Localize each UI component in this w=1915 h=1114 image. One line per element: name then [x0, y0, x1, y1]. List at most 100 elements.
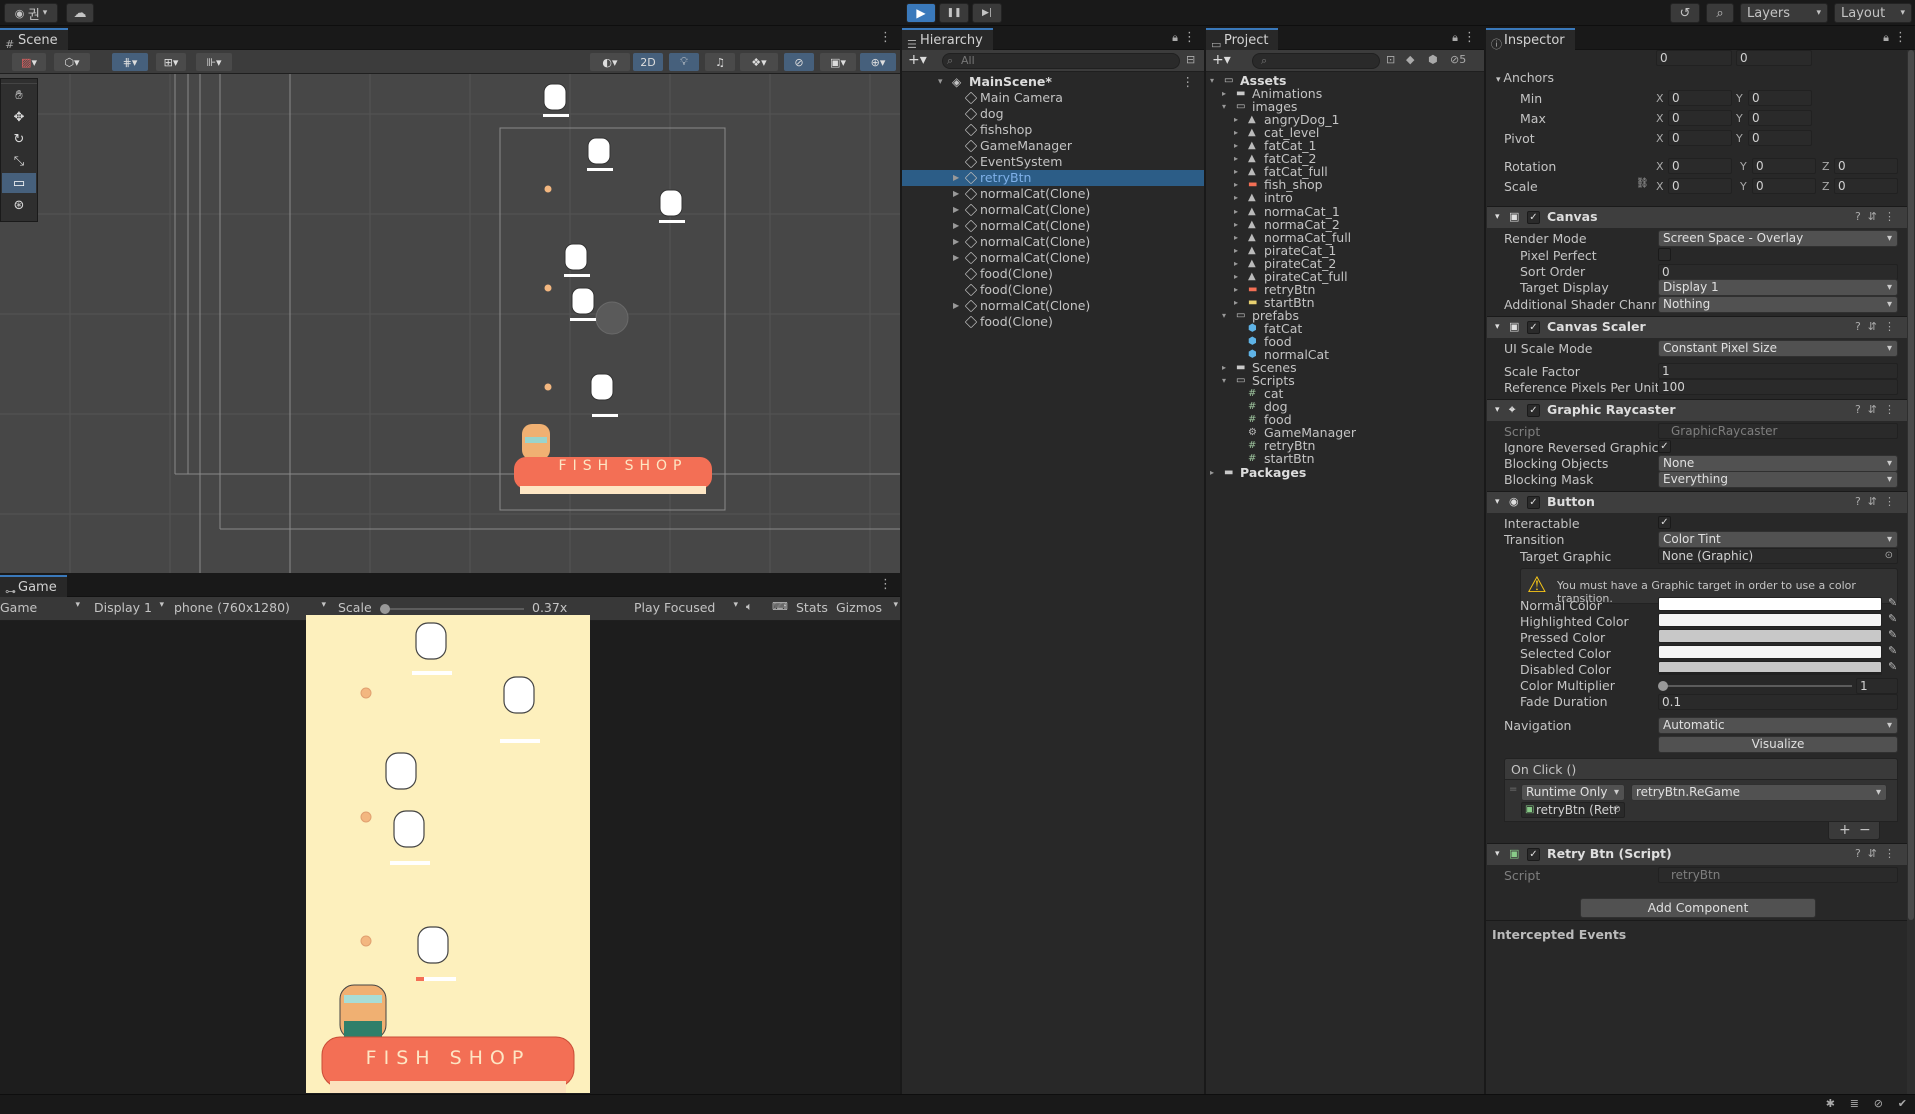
sort-order-field[interactable]: 0: [1658, 264, 1898, 280]
project-tree-row[interactable]: ▸ ▲ normaCat_1: [1206, 205, 1484, 218]
add-event-button[interactable]: +: [1839, 822, 1851, 838]
hierarchy-search[interactable]: ⌕ All: [942, 53, 1180, 69]
tab-hierarchy[interactable]: ☰ Hierarchy: [902, 28, 993, 51]
project-tree-row[interactable]: ▸ ▲ cat_level: [1206, 126, 1484, 139]
drag-handle-icon[interactable]: =: [1509, 784, 1517, 795]
color-multiplier-slider[interactable]: [1658, 681, 1852, 691]
project-tree-row[interactable]: ⬢ normalCat: [1206, 348, 1484, 361]
palette-handle[interactable]: [1, 79, 37, 84]
event-target-field[interactable]: ▣ retryBtn (Retr ⊙: [1521, 802, 1625, 818]
add-button[interactable]: +▾: [908, 52, 927, 68]
eyedropper-icon[interactable]: ✎: [1888, 612, 1897, 625]
shading-dropdown[interactable]: ◐ ▾: [590, 53, 630, 71]
expand-arrow-icon[interactable]: ▸: [1222, 361, 1226, 374]
gizmos-dropdown[interactable]: Gizmos ▾: [836, 600, 898, 615]
expand-arrow-icon[interactable]: ▸: [1234, 270, 1238, 283]
canvas-scaler-checkbox[interactable]: ✓: [1527, 321, 1540, 334]
expand-arrow-icon[interactable]: ▸: [1234, 231, 1238, 244]
project-tree-row[interactable]: ⬢ fatCat: [1206, 322, 1484, 335]
account-button[interactable]: ◉ 권 ▾: [4, 3, 58, 23]
expand-arrow-icon[interactable]: ▸: [1234, 139, 1238, 152]
layout-dropdown[interactable]: Layout ▾: [1834, 3, 1912, 23]
expand-arrow-icon[interactable]: ▸: [1234, 244, 1238, 257]
lighting-button[interactable]: 💡︎: [669, 53, 699, 71]
blocking-objects-dropdown[interactable]: None: [1658, 455, 1898, 472]
object-picker-icon[interactable]: ⊙: [1613, 803, 1621, 817]
anchor-max-y[interactable]: 0: [1748, 110, 1812, 126]
project-tree-row[interactable]: ▸ ▬ Scenes: [1206, 361, 1484, 374]
object-picker-icon[interactable]: ⊙: [1885, 549, 1893, 563]
raycaster-checkbox[interactable]: ✓: [1527, 404, 1540, 417]
blocking-mask-dropdown[interactable]: Everything: [1658, 471, 1898, 488]
expand-arrow-icon[interactable]: ▾: [1210, 74, 1214, 87]
graphic-raycaster-header[interactable]: ▾ ⌖ ✓ Graphic Raycaster ? ⇵ ⋮: [1487, 399, 1915, 421]
anchor-min-y[interactable]: 0: [1748, 90, 1812, 106]
scale-y[interactable]: 0: [1752, 178, 1816, 194]
hierarchy-row[interactable]: GameManager: [902, 138, 1204, 154]
more-icon[interactable]: ⋮: [1183, 30, 1196, 45]
hierarchy-row[interactable]: food(Clone): [902, 314, 1204, 330]
expand-arrow-icon[interactable]: ▸: [1234, 178, 1238, 191]
audio-mute-icon[interactable]: 🔈︎: [746, 600, 753, 614]
project-tree-row[interactable]: # cat: [1206, 387, 1484, 400]
project-tree-row[interactable]: ▸ ▲ pirateCat_1: [1206, 244, 1484, 257]
top-field-1[interactable]: 0: [1656, 50, 1732, 66]
button-enabled-checkbox[interactable]: ✓: [1527, 496, 1540, 509]
render-mode-dropdown[interactable]: Screen Space - Overlay: [1658, 230, 1898, 247]
expand-arrow-icon[interactable]: ▸: [1222, 87, 1226, 100]
intercepted-events-bar[interactable]: Intercepted Events: [1486, 920, 1915, 946]
color-multiplier-field[interactable]: 1: [1856, 678, 1898, 694]
shader-channels-dropdown[interactable]: Nothing: [1658, 296, 1898, 313]
inspector-scroll-thumb[interactable]: [1908, 50, 1914, 920]
expand-arrow-icon[interactable]: ▸: [1234, 205, 1238, 218]
scale-slider-thumb[interactable]: [380, 604, 390, 614]
scale-slider[interactable]: [380, 604, 524, 614]
normal-color-field[interactable]: [1658, 597, 1882, 611]
hidden-packages-button[interactable]: ⊘5: [1450, 53, 1466, 66]
project-tree-row[interactable]: ▸ ▬ fish_shop: [1206, 178, 1484, 191]
keyboard-icon[interactable]: ⌨: [772, 600, 788, 613]
remove-event-button[interactable]: −: [1859, 822, 1871, 838]
expand-arrow-icon[interactable]: ▶: [953, 250, 959, 266]
project-search[interactable]: ⌕: [1252, 53, 1380, 69]
top-field-2[interactable]: 0: [1736, 50, 1812, 66]
anchor-max-x[interactable]: 0: [1668, 110, 1732, 126]
retry-script-checkbox[interactable]: ✓: [1527, 848, 1540, 861]
tab-project[interactable]: ▭ Project: [1206, 28, 1279, 51]
expand-arrow-icon[interactable]: ▸: [1234, 152, 1238, 165]
interactable-checkbox[interactable]: ✓: [1658, 516, 1671, 529]
scene-viewport[interactable]: FISH SHOP ✋︎ ✥ ↻ ⤡ ▭ ⊛: [0, 74, 900, 573]
pause-button[interactable]: ❚❚: [939, 3, 969, 23]
search-by-label-icon[interactable]: ◆: [1406, 53, 1414, 66]
pressed-color-field[interactable]: [1658, 629, 1882, 643]
camera-button[interactable]: ▣ ▾: [820, 53, 856, 71]
rotation-z[interactable]: 0: [1834, 158, 1898, 174]
expand-arrow-icon[interactable]: ▾: [1222, 309, 1226, 322]
project-tree-row[interactable]: ⚙ GameManager: [1206, 426, 1484, 439]
scale-tool-icon[interactable]: ⤡: [2, 151, 36, 171]
render-mode-button[interactable]: ⬡ ▾: [54, 53, 90, 71]
target-display-dropdown[interactable]: Display 1: [1658, 279, 1898, 296]
visibility-button[interactable]: ⊘: [784, 53, 814, 71]
add-component-button[interactable]: Add Component: [1580, 898, 1816, 918]
expand-arrow-icon[interactable]: ▸: [1234, 283, 1238, 296]
pivot-y[interactable]: 0: [1748, 130, 1812, 146]
pixel-perfect-checkbox[interactable]: [1658, 248, 1671, 261]
project-tree-row[interactable]: ▸ ▲ fatCat_full: [1206, 165, 1484, 178]
hierarchy-row[interactable]: ▶ normalCat(Clone): [902, 202, 1204, 218]
expand-arrow-icon[interactable]: ▶: [953, 170, 959, 186]
component-actions-icon[interactable]: ? ⇵ ⋮: [1855, 844, 1895, 864]
component-actions-icon[interactable]: ? ⇵ ⋮: [1855, 317, 1895, 337]
button-component-header[interactable]: ▾ ◉ ✓ Button ? ⇵ ⋮: [1487, 491, 1915, 513]
project-tree-row[interactable]: ▸ ▲ angryDog_1: [1206, 113, 1484, 126]
transition-dropdown[interactable]: Color Tint: [1658, 531, 1898, 548]
view-dropdown[interactable]: Game ▾: [0, 600, 82, 615]
eyedropper-icon[interactable]: ✎: [1888, 644, 1897, 657]
hand-tool-icon[interactable]: ✋︎: [2, 85, 36, 105]
more-icon[interactable]: ⋮: [1463, 30, 1476, 45]
project-tree-row[interactable]: ▸ ▬ Animations: [1206, 87, 1484, 100]
scale-x[interactable]: 0: [1668, 178, 1732, 194]
expand-arrow-icon[interactable]: ▸: [1210, 466, 1214, 479]
highlighted-color-field[interactable]: [1658, 613, 1882, 627]
project-tree-row[interactable]: # retryBtn: [1206, 439, 1484, 452]
